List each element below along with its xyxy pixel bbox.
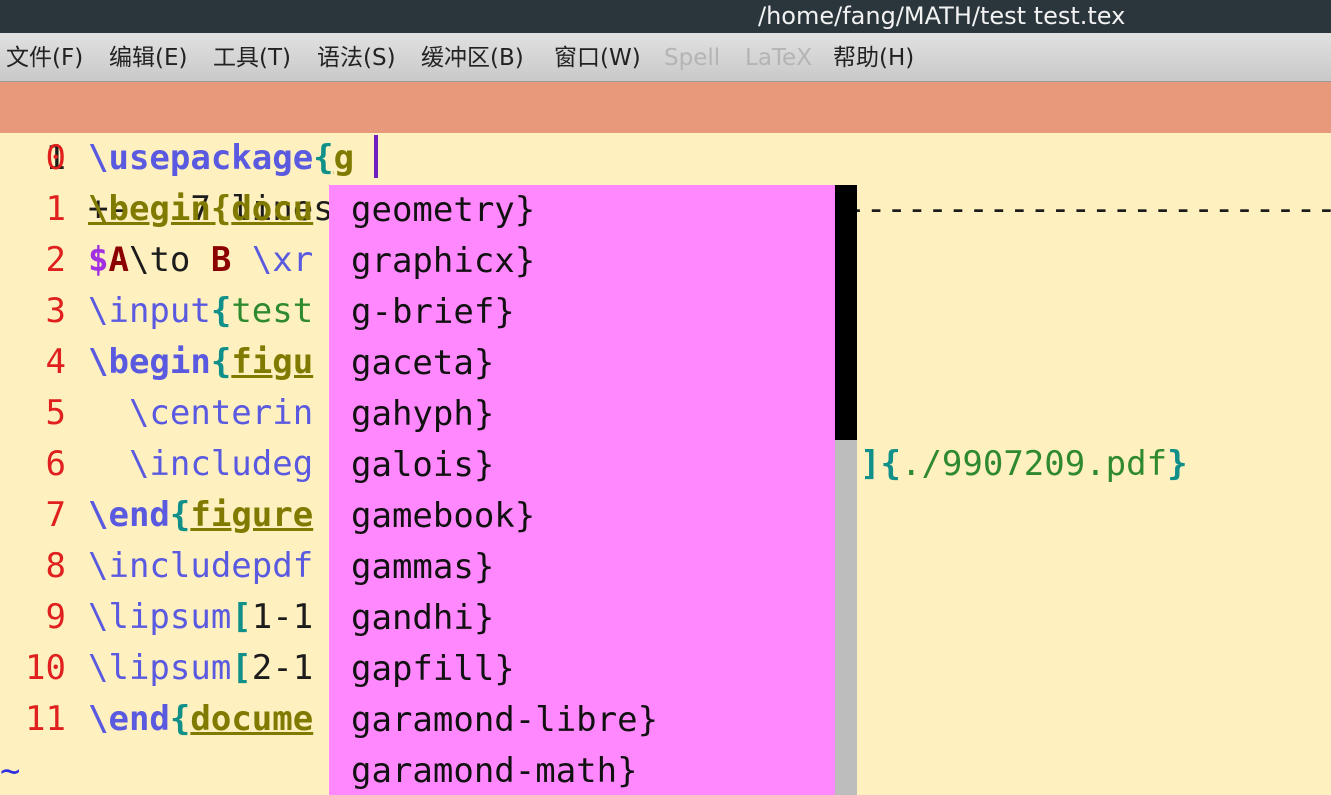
code-text: \usepackage{g — [88, 133, 354, 184]
code-token: { — [880, 444, 901, 484]
code-token: { — [313, 138, 334, 178]
code-token: \centerin — [88, 393, 314, 433]
code-token: \lipsum — [88, 648, 232, 688]
code-token: } — [1167, 444, 1188, 484]
code-token: \xr — [231, 240, 314, 280]
code-token: { — [210, 291, 232, 331]
code-text: \lipsum[2-1 — [88, 643, 313, 694]
line-number: 5 — [45, 393, 66, 433]
code-token: \includeg — [88, 444, 314, 484]
menu-item[interactable]: LaTeX — [745, 33, 812, 81]
code-text: \end{docume — [88, 694, 313, 745]
menu-item[interactable]: 工具(T) — [213, 33, 291, 81]
code-token: g — [333, 138, 355, 178]
menu-item[interactable]: 窗口(W) — [554, 33, 641, 81]
line-number: 0 — [45, 138, 66, 178]
code-token: [ — [231, 597, 252, 637]
code-text: \includepdf — [88, 541, 313, 592]
code-token: \end — [88, 495, 170, 535]
code-token: \usepackage — [88, 138, 314, 178]
text-cursor — [374, 135, 378, 178]
code-token: { — [210, 342, 232, 382]
code-token: [ — [231, 648, 252, 688]
line-number: 8 — [45, 546, 66, 586]
code-token: A — [108, 240, 129, 280]
line-number: 11 — [25, 699, 66, 739]
line-number: 2 — [45, 240, 66, 280]
code-token: \input — [88, 291, 211, 331]
code-token: B — [210, 240, 232, 280]
completion-item[interactable]: gammas} — [351, 542, 494, 593]
completion-item[interactable]: gaceta} — [351, 338, 494, 389]
code-token: \begin — [88, 342, 211, 382]
menu-item[interactable]: 文件(F) — [6, 33, 83, 81]
line-number: 1 — [45, 189, 66, 229]
fold-line[interactable]: 1 +-- 7 lines: \documentclass{minimal}--… — [0, 82, 1331, 229]
code-text: \centerin — [88, 388, 313, 439]
completion-item[interactable]: graphicx} — [351, 236, 535, 287]
line-number: 10 — [25, 648, 66, 688]
code-token: { — [169, 495, 191, 535]
completion-item[interactable]: geometry} — [351, 185, 535, 236]
end-of-buffer-marker: ~ — [0, 751, 21, 791]
code-token: { — [210, 189, 232, 229]
completion-item[interactable]: g-brief} — [351, 287, 515, 338]
code-token: { — [169, 699, 191, 739]
completion-item[interactable]: garamond-math} — [351, 746, 638, 795]
code-token: ] — [860, 444, 881, 484]
code-text-tail: ]{./9907209.pdf} — [860, 439, 1188, 490]
code-text: $A\to B \xr — [88, 235, 313, 286]
code-token: \end — [88, 699, 170, 739]
completion-item[interactable]: gamebook} — [351, 491, 535, 542]
line-number: 7 — [45, 495, 66, 535]
code-token: test — [231, 291, 314, 331]
code-token: docu — [231, 189, 314, 229]
window-title: /home/fang/MATH/test test.tex — [758, 2, 1126, 30]
line-number: 3 — [45, 291, 66, 331]
code-token: figure — [190, 495, 314, 535]
code-token: 1-1 — [251, 597, 314, 637]
line-number: 9 — [45, 597, 66, 637]
line-number: 4 — [45, 342, 66, 382]
completion-item[interactable]: gandhi} — [351, 593, 494, 644]
code-text: \end{figure — [88, 490, 313, 541]
code-text: \begin{figu — [88, 337, 313, 388]
code-token: \lipsum — [88, 597, 232, 637]
menu-item[interactable]: 帮助(H) — [833, 33, 914, 81]
code-text: \includeg — [88, 439, 313, 490]
code-token: \begin — [88, 189, 211, 229]
code-token: figu — [231, 342, 314, 382]
code-text: \input{test — [88, 286, 313, 337]
menu-item[interactable]: 语法(S) — [317, 33, 396, 81]
completion-item[interactable]: gapfill} — [351, 644, 515, 695]
code-token: $ — [88, 240, 109, 280]
code-token: docume — [190, 699, 314, 739]
code-token: 2-1 — [251, 648, 314, 688]
completion-item[interactable]: garamond-libre} — [351, 695, 658, 746]
code-token: ./9907209.pdf — [900, 444, 1168, 484]
code-text: \lipsum[1-1 — [88, 592, 313, 643]
code-text: \begin{docu — [88, 184, 313, 235]
menu-bar: 文件(F) 编辑(E) 工具(T) 语法(S) 缓冲区(B) 窗口(W) Spell LaTe… — [0, 33, 1331, 82]
line-number: 6 — [45, 444, 66, 484]
menu-item[interactable]: 缓冲区(B) — [421, 33, 524, 81]
menu-item[interactable]: Spell — [664, 33, 720, 81]
menu-item[interactable]: 编辑(E) — [109, 33, 187, 81]
completion-scrollbar-thumb[interactable] — [835, 185, 857, 440]
completion-item[interactable]: gahyph} — [351, 389, 494, 440]
completion-item[interactable]: galois} — [351, 440, 494, 491]
window-title-bar: /home/fang/MATH/test test.tex — [0, 0, 1331, 33]
completion-popup[interactable]: geometry} graphicx} g-brief} gaceta} gahyph}… — [329, 185, 835, 795]
code-token: \includepdf — [88, 546, 314, 586]
code-token: \to — [128, 240, 211, 280]
